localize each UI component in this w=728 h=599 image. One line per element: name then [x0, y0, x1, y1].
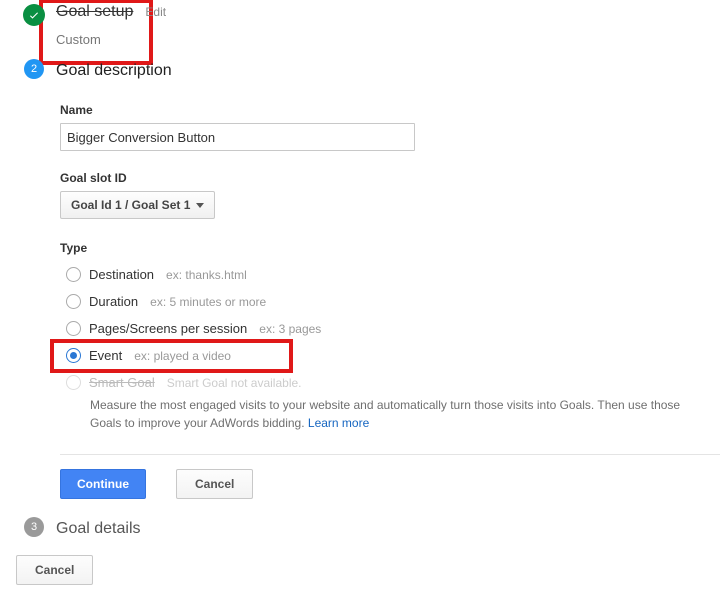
radio-unchecked-icon [66, 267, 81, 282]
cancel-button[interactable]: Cancel [16, 555, 93, 585]
step1-subtitle: Custom [6, 32, 728, 47]
type-event-label: Event [89, 348, 122, 363]
radio-unchecked-icon [66, 321, 81, 336]
smart-goal-text: Measure the most engaged visits to your … [90, 398, 680, 430]
learn-more-link[interactable]: Learn more [308, 416, 369, 430]
goal-name-input[interactable] [60, 123, 415, 151]
type-destination-row[interactable]: Destination ex: thanks.html [60, 261, 726, 288]
smart-goal-description: Measure the most engaged visits to your … [60, 396, 710, 432]
slot-label: Goal slot ID [60, 171, 726, 185]
radio-disabled-icon [66, 375, 81, 390]
goal-slot-dropdown[interactable]: Goal Id 1 / Goal Set 1 [60, 191, 215, 219]
cancel-step-button[interactable]: Cancel [176, 469, 253, 499]
step3-title: Goal details [56, 520, 141, 538]
radio-unchecked-icon [66, 294, 81, 309]
type-smart-label: Smart Goal [89, 375, 155, 390]
type-destination-hint: ex: thanks.html [166, 268, 247, 282]
type-duration-row[interactable]: Duration ex: 5 minutes or more [60, 288, 726, 315]
type-pages-row[interactable]: Pages/Screens per session ex: 3 pages [60, 315, 726, 342]
name-label: Name [60, 103, 726, 117]
step1-edit-link[interactable]: Edit [145, 5, 166, 19]
step2-title: Goal description [56, 62, 172, 80]
goal-slot-value: Goal Id 1 / Goal Set 1 [71, 198, 190, 212]
type-duration-hint: ex: 5 minutes or more [150, 295, 266, 309]
type-destination-label: Destination [89, 267, 154, 282]
step2-number-icon: 2 [24, 59, 44, 79]
type-event-hint: ex: played a video [134, 349, 231, 363]
step3-number-icon: 3 [24, 517, 44, 537]
type-smart-row: Smart Goal Smart Goal not available. [60, 369, 726, 396]
type-pages-hint: ex: 3 pages [259, 322, 321, 336]
type-duration-label: Duration [89, 294, 138, 309]
radio-checked-icon [66, 348, 81, 363]
type-label: Type [60, 241, 726, 255]
divider [60, 454, 720, 455]
type-event-row[interactable]: Event ex: played a video [60, 342, 726, 369]
step1-title: Goal setup [56, 3, 133, 21]
continue-button[interactable]: Continue [60, 469, 146, 499]
caret-down-icon [196, 203, 204, 208]
type-smart-hint: Smart Goal not available. [167, 376, 302, 390]
type-pages-label: Pages/Screens per session [89, 321, 247, 336]
step1-complete-icon [23, 4, 45, 26]
